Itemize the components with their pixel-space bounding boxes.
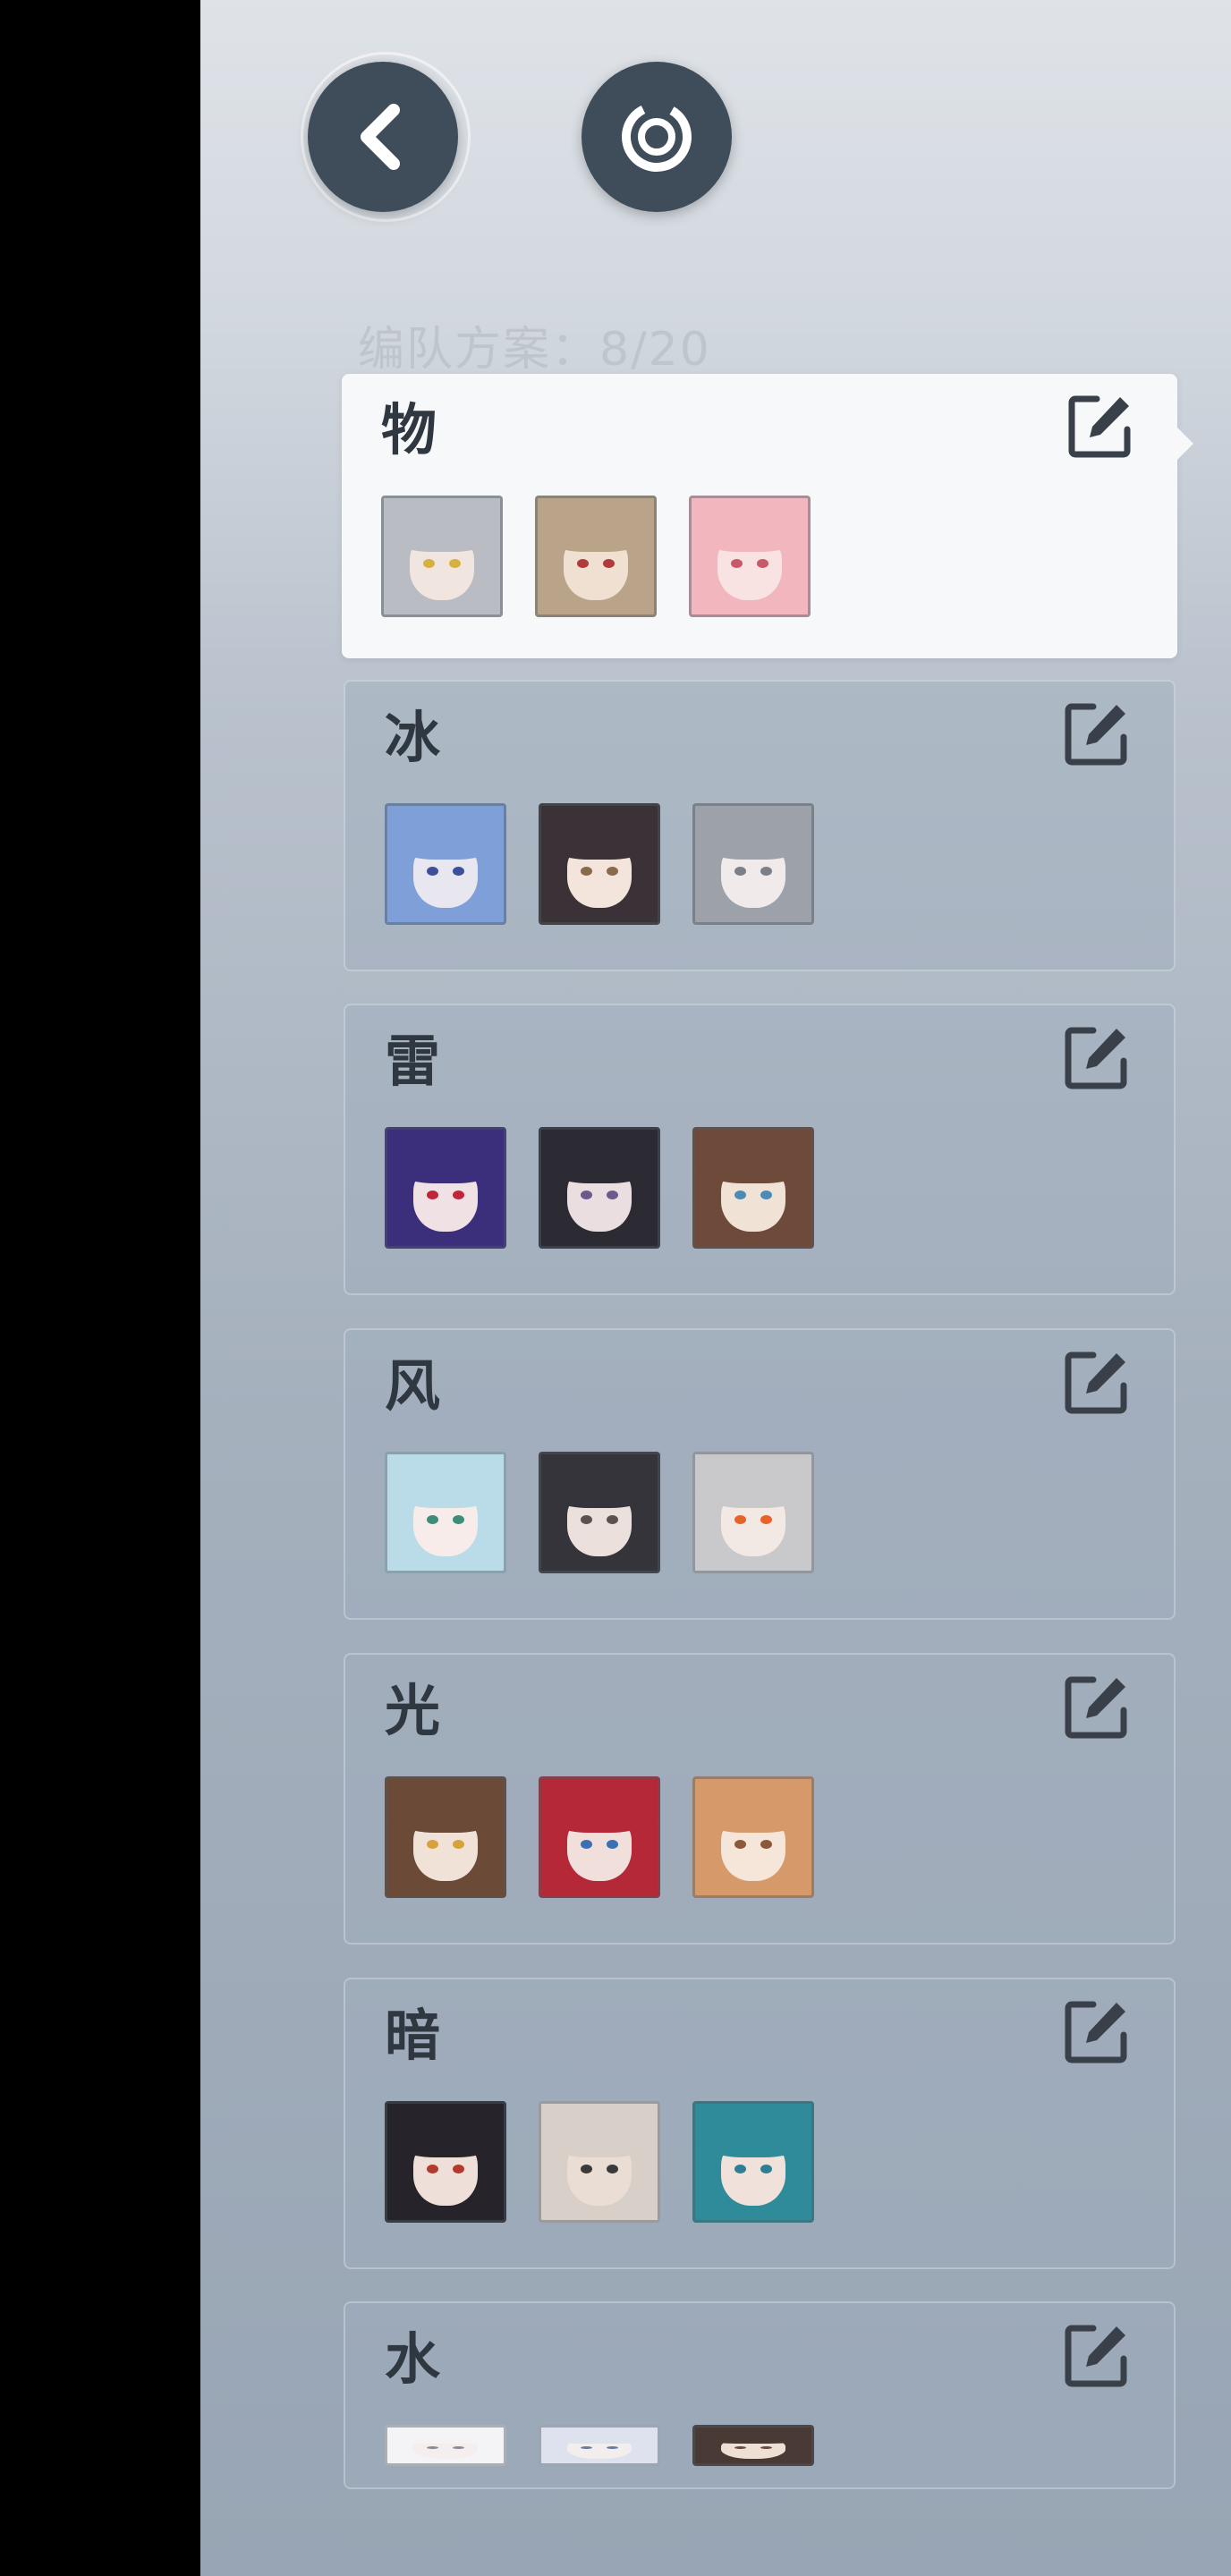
member-avatar[interactable] (381, 496, 503, 617)
team-card[interactable]: 风 (344, 1328, 1176, 1620)
refresh-icon (622, 102, 692, 172)
member-avatar[interactable] (539, 1127, 660, 1249)
member-avatar[interactable] (385, 2101, 506, 2223)
plan-count-value: 8/20 (599, 323, 711, 377)
member-avatar[interactable] (689, 496, 811, 617)
team-card[interactable]: 雷 (344, 1004, 1176, 1295)
team-name: 风 (385, 1353, 441, 1419)
team-name: 光 (385, 1678, 441, 1743)
team-members (385, 2101, 814, 2223)
edit-icon (1065, 1352, 1127, 1414)
member-avatar[interactable] (539, 803, 660, 925)
edit-team-button[interactable] (1061, 1021, 1133, 1093)
team-card[interactable]: 物 (342, 374, 1193, 658)
refresh-button[interactable] (582, 62, 732, 212)
edit-icon (1065, 1676, 1127, 1739)
member-avatar[interactable] (385, 1127, 506, 1249)
team-name: 水 (385, 2326, 441, 2392)
team-members (385, 1127, 814, 1249)
edit-icon (1065, 1027, 1127, 1089)
team-name: 暗 (385, 2003, 441, 2068)
member-avatar[interactable] (539, 2425, 660, 2466)
member-avatar[interactable] (692, 803, 814, 925)
team-card[interactable]: 水 (344, 2301, 1176, 2489)
member-avatar[interactable] (539, 2101, 660, 2223)
member-avatar[interactable] (535, 496, 657, 617)
member-avatar[interactable] (692, 1127, 814, 1249)
selection-pointer (1177, 428, 1193, 460)
team-name: 冰 (385, 705, 441, 770)
member-avatar[interactable] (539, 1452, 660, 1573)
left-letterbox (0, 0, 200, 2576)
edit-icon (1065, 703, 1127, 766)
edit-team-button[interactable] (1061, 1671, 1133, 1742)
member-avatar[interactable] (385, 803, 506, 925)
edit-team-button[interactable] (1061, 1346, 1133, 1418)
team-members (385, 1776, 814, 1898)
member-avatar[interactable] (692, 1776, 814, 1898)
chevron-left-icon (361, 104, 400, 170)
member-avatar[interactable] (692, 2425, 814, 2466)
team-card[interactable]: 暗 (344, 1978, 1176, 2269)
team-name: 物 (381, 397, 437, 462)
member-avatar[interactable] (385, 2425, 506, 2466)
edit-team-button[interactable] (1061, 698, 1133, 769)
team-members (385, 1452, 814, 1573)
plan-count-label: 编队方案： (358, 323, 600, 377)
member-avatar[interactable] (385, 1452, 506, 1573)
team-preset-panel: 编队方案：8/20 物冰雷风光暗水 (200, 0, 1231, 2576)
team-card[interactable]: 光 (344, 1653, 1176, 1945)
edit-icon (1065, 2325, 1127, 2387)
team-members (381, 496, 811, 617)
team-members (385, 2425, 814, 2466)
plan-count: 编队方案：8/20 (358, 311, 711, 378)
member-avatar[interactable] (539, 1776, 660, 1898)
edit-icon (1068, 395, 1131, 458)
member-avatar[interactable] (385, 1776, 506, 1898)
back-button[interactable] (308, 62, 458, 212)
member-avatar[interactable] (692, 2101, 814, 2223)
member-avatar[interactable] (692, 1452, 814, 1573)
edit-icon (1065, 2001, 1127, 2063)
team-members (385, 803, 814, 925)
team-card[interactable]: 冰 (344, 680, 1176, 971)
edit-team-button[interactable] (1061, 2319, 1133, 2391)
edit-team-button[interactable] (1061, 1996, 1133, 2067)
edit-team-button[interactable] (1065, 390, 1136, 462)
team-name: 雷 (385, 1029, 441, 1094)
